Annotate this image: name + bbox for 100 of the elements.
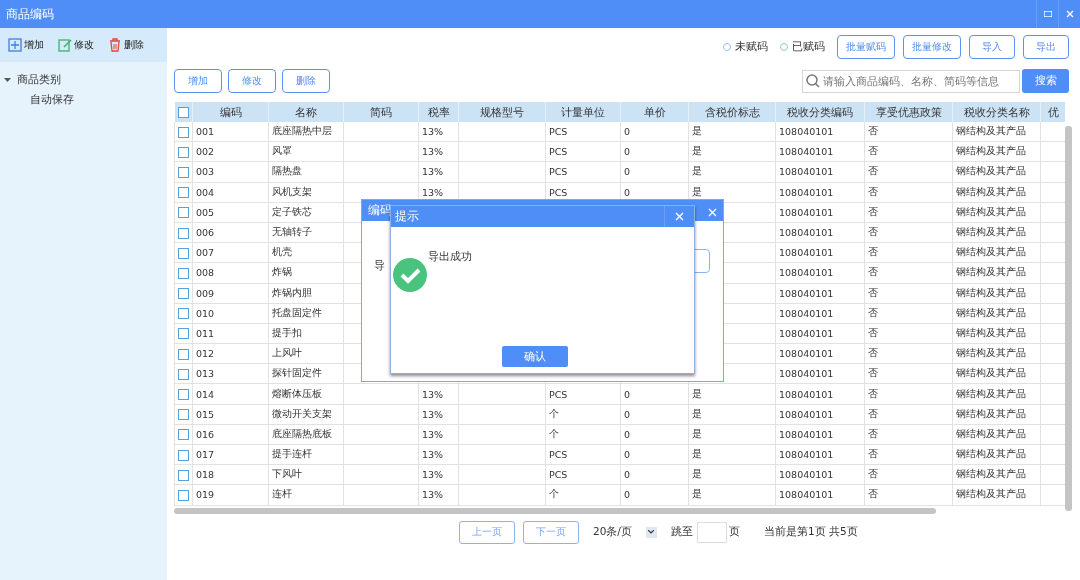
radio-circle[interactable] bbox=[723, 43, 731, 51]
row-checkbox[interactable] bbox=[178, 126, 189, 138]
row-checkbox[interactable] bbox=[178, 489, 189, 501]
search-field[interactable]: 请输入商品编码、名称、简码等信息 bbox=[802, 69, 1020, 93]
table-cell: 炸锅内胆 bbox=[272, 286, 312, 298]
table-cell: 否 bbox=[868, 347, 878, 359]
table-cell: 是 bbox=[692, 145, 702, 157]
row-checkbox[interactable] bbox=[178, 368, 189, 380]
table-cell: 108040101 bbox=[779, 428, 834, 440]
row-checkbox[interactable] bbox=[178, 348, 189, 360]
row-checkbox[interactable] bbox=[178, 449, 189, 461]
table-cell: 0 bbox=[624, 408, 631, 420]
column-header: 规格型号 bbox=[480, 105, 524, 119]
page-number-field[interactable] bbox=[696, 521, 727, 543]
action-button[interactable]: 增加 bbox=[174, 69, 222, 93]
row-checkbox[interactable] bbox=[178, 187, 189, 199]
table-cell: 隔热盘 bbox=[272, 165, 302, 177]
radio-option[interactable]: 未赋码 bbox=[723, 40, 768, 54]
action-button[interactable]: 批量修改 bbox=[903, 35, 961, 59]
table-cell: 108040101 bbox=[779, 408, 834, 420]
table-cell: 004 bbox=[196, 186, 215, 198]
table-cell: 0 bbox=[624, 449, 631, 461]
search-button[interactable]: 搜索 bbox=[1022, 69, 1069, 93]
table-cell: 108040101 bbox=[779, 327, 834, 339]
row-checkbox[interactable] bbox=[178, 207, 189, 219]
table-cell: 007 bbox=[196, 247, 215, 259]
table-cell: 炸锅 bbox=[272, 266, 292, 278]
row-checkbox[interactable] bbox=[178, 166, 189, 178]
table-cell: 底座隔热中层 bbox=[272, 125, 332, 137]
table-cell: 13% bbox=[422, 449, 444, 461]
radio-circle[interactable] bbox=[780, 43, 788, 51]
table-cell: 是 bbox=[692, 125, 702, 137]
action-button[interactable]: 批量赋码 bbox=[837, 35, 895, 59]
minimize-icon bbox=[1043, 11, 1052, 17]
table-cell: 钢结构及其产品 bbox=[956, 326, 1026, 338]
table-cell: 009 bbox=[196, 287, 215, 299]
table-cell: 上风叶 bbox=[272, 347, 302, 359]
edit-icon bbox=[58, 38, 72, 52]
row-checkbox[interactable] bbox=[178, 328, 189, 340]
table-cell: 否 bbox=[868, 125, 878, 137]
row-checkbox[interactable] bbox=[178, 469, 189, 481]
toolbar-button[interactable]: 修改 bbox=[58, 38, 94, 52]
table-cell: 钢结构及其产品 bbox=[956, 407, 1026, 419]
action-button[interactable]: 导出 bbox=[1023, 35, 1069, 59]
row-checkbox[interactable] bbox=[178, 267, 189, 279]
table-cell: 017 bbox=[196, 449, 215, 461]
table-cell: 005 bbox=[196, 206, 215, 218]
row-checkbox[interactable] bbox=[178, 227, 189, 239]
row-checkbox[interactable] bbox=[178, 308, 189, 320]
table-cell: 钢结构及其产品 bbox=[956, 347, 1026, 359]
table-cell: 个 bbox=[549, 427, 559, 439]
table-cell: 002 bbox=[196, 146, 215, 158]
row-checkbox[interactable] bbox=[178, 146, 189, 158]
table-cell: 0 bbox=[624, 146, 631, 158]
row-checkbox[interactable] bbox=[178, 288, 189, 300]
next-page-button[interactable]: 下一页 bbox=[523, 520, 579, 544]
row-checkbox[interactable] bbox=[178, 389, 189, 401]
table-cell: 012 bbox=[196, 348, 215, 360]
page-size-select[interactable]: 20条/页 bbox=[593, 525, 657, 539]
table-cell: 是 bbox=[692, 387, 702, 399]
table-cell: 否 bbox=[868, 165, 878, 177]
toolbar-button[interactable]: 删除 bbox=[108, 38, 144, 52]
select-all-checkbox[interactable] bbox=[177, 107, 189, 118]
table-cell: 否 bbox=[868, 266, 878, 278]
table-cell: 是 bbox=[692, 165, 702, 177]
table-cell: 钢结构及其产品 bbox=[956, 306, 1026, 318]
tree-item[interactable]: 商品类别 bbox=[4, 70, 167, 90]
table-cell: PCS bbox=[549, 126, 568, 138]
tree-item[interactable]: 自动保存 bbox=[4, 90, 167, 110]
table-cell: 个 bbox=[549, 488, 559, 500]
action-button[interactable]: 删除 bbox=[282, 69, 330, 93]
table-cell: 13% bbox=[422, 388, 444, 400]
horizontal-scrollbar[interactable] bbox=[174, 508, 936, 514]
row-checkbox[interactable] bbox=[178, 409, 189, 421]
vertical-scrollbar[interactable] bbox=[1065, 126, 1072, 511]
column-header: 税率 bbox=[427, 105, 450, 119]
radio-option[interactable]: 已赋码 bbox=[780, 40, 825, 54]
table-cell: 钢结构及其产品 bbox=[956, 145, 1026, 157]
table-cell: PCS bbox=[549, 449, 568, 461]
action-button[interactable]: 导入 bbox=[969, 35, 1015, 59]
table-cell: 钢结构及其产品 bbox=[956, 387, 1026, 399]
table-cell: 0 bbox=[624, 186, 631, 198]
table-cell: 个 bbox=[549, 407, 559, 419]
confirm-button[interactable]: 确认 bbox=[502, 346, 568, 367]
previous-page-button[interactable]: 上一页 bbox=[459, 520, 515, 544]
row-checkbox[interactable] bbox=[178, 429, 189, 441]
table-cell: 下风叶 bbox=[272, 468, 302, 480]
action-button[interactable]: 修改 bbox=[228, 69, 276, 93]
table-cell: 风机支架 bbox=[272, 185, 312, 197]
row-checkbox[interactable] bbox=[178, 247, 189, 259]
table-cell: 108040101 bbox=[779, 348, 834, 360]
table-cell: 018 bbox=[196, 469, 215, 481]
table-cell: 定子铁芯 bbox=[272, 205, 312, 217]
table-cell: 108040101 bbox=[779, 247, 834, 259]
table-cell: 13% bbox=[422, 408, 444, 420]
table-cell: 否 bbox=[868, 387, 878, 399]
table-cell: 013 bbox=[196, 368, 215, 380]
table-cell: 0 bbox=[624, 469, 631, 481]
table-cell: 钢结构及其产品 bbox=[956, 205, 1026, 217]
toolbar-button[interactable]: 增加 bbox=[8, 38, 44, 52]
